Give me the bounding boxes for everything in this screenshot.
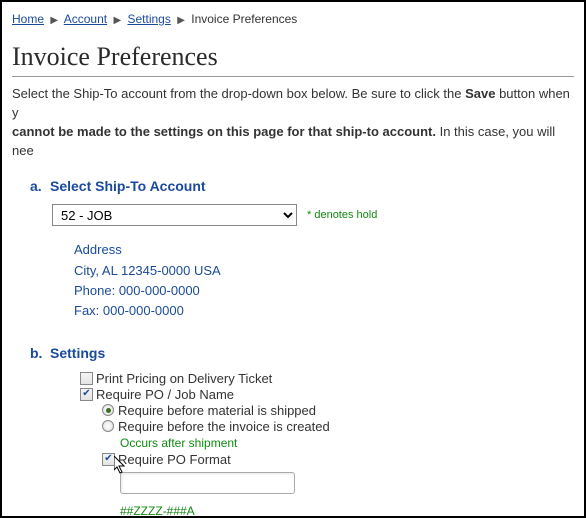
po-format-mask: ##ZZZZ-###A	[120, 504, 574, 518]
require-before-ship-label: Require before material is shipped	[118, 403, 316, 418]
print-pricing-checkbox[interactable]	[80, 372, 93, 385]
breadcrumb-home[interactable]: Home	[12, 12, 44, 26]
breadcrumb: Home ▶ Account ▶ Settings ▶ Invoice Pref…	[12, 10, 574, 32]
chevron-right-icon: ▶	[50, 15, 58, 26]
chevron-right-icon: ▶	[113, 15, 121, 26]
require-before-ship-radio[interactable]	[102, 404, 114, 416]
hold-note: * denotes hold	[307, 209, 377, 221]
po-format-input[interactable]	[120, 472, 295, 494]
page-title: Invoice Preferences	[12, 42, 574, 72]
require-before-invoice-label: Require before the invoice is created	[118, 419, 330, 434]
breadcrumb-current: Invoice Preferences	[191, 12, 297, 26]
breadcrumb-settings[interactable]: Settings	[127, 12, 170, 26]
intro-text: Select the Ship-To account from the drop…	[12, 85, 574, 160]
require-po-checkbox[interactable]	[80, 388, 93, 401]
print-pricing-label: Print Pricing on Delivery Ticket	[96, 371, 272, 386]
title-divider	[12, 76, 574, 77]
section-b-letter: b.	[30, 345, 50, 361]
occurs-note: Occurs after shipment	[120, 436, 574, 450]
section-a-title: Select Ship-To Account	[50, 178, 206, 194]
shipto-address: Address City, AL 12345-0000 USA Phone: 0…	[74, 240, 574, 321]
breadcrumb-account[interactable]: Account	[64, 12, 107, 26]
shipto-select[interactable]: 52 - JOB	[52, 204, 297, 226]
require-po-format-label: Require PO Format	[118, 452, 231, 467]
require-po-label: Require PO / Job Name	[96, 387, 234, 402]
chevron-right-icon: ▶	[177, 15, 185, 26]
require-before-invoice-radio[interactable]	[102, 420, 114, 432]
section-a-letter: a.	[30, 178, 50, 194]
section-b-title: Settings	[50, 345, 105, 361]
require-po-format-checkbox[interactable]	[102, 453, 115, 466]
